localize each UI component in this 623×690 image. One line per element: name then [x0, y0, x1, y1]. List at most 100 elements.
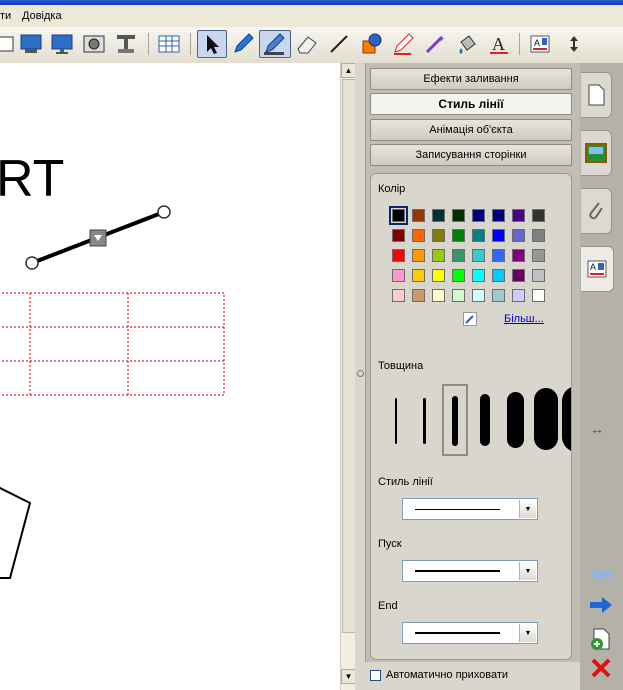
select-arrow-icon[interactable] [197, 30, 227, 58]
document-camera-icon[interactable] [112, 30, 140, 58]
panel-splitter[interactable] [355, 63, 366, 690]
color-swatch[interactable] [412, 209, 425, 222]
add-page-icon[interactable] [590, 627, 612, 654]
color-swatch[interactable] [472, 209, 485, 222]
scroll-thumb[interactable] [342, 79, 356, 633]
thickness-option[interactable] [423, 398, 426, 444]
forward-arrow-icon[interactable] [588, 595, 614, 618]
thickness-option[interactable] [534, 388, 558, 450]
color-swatch[interactable] [392, 249, 405, 262]
color-swatch[interactable] [532, 229, 545, 242]
camera-icon[interactable] [80, 30, 108, 58]
chevron-down-icon[interactable]: ▼ [519, 624, 536, 642]
color-swatch[interactable] [452, 229, 465, 242]
slide-icon[interactable] [0, 30, 18, 58]
color-swatch[interactable] [532, 209, 545, 222]
color-swatch[interactable] [512, 229, 525, 242]
wand-icon[interactable]: ✦ [421, 30, 449, 58]
eyedropper-icon[interactable] [463, 312, 477, 326]
color-swatch[interactable] [472, 269, 485, 282]
tab-fill-effects[interactable]: Ефекти заливання [370, 68, 572, 90]
thickness-option[interactable] [395, 398, 397, 444]
color-swatch[interactable] [532, 289, 545, 302]
magic-pen-icon[interactable] [389, 30, 417, 58]
pen-icon[interactable] [229, 30, 257, 58]
tab-line-style[interactable]: Стиль лінії [370, 93, 572, 115]
color-swatch[interactable] [432, 289, 445, 302]
color-swatch[interactable] [389, 206, 408, 225]
line-end-handle[interactable] [157, 205, 171, 219]
auto-hide-label: Автоматично приховати [386, 669, 509, 681]
back-arrow-icon[interactable] [588, 564, 614, 587]
color-swatch[interactable] [432, 249, 445, 262]
color-swatch[interactable] [512, 249, 525, 262]
color-swatch[interactable] [452, 209, 465, 222]
color-swatch[interactable] [532, 249, 545, 262]
color-swatch[interactable] [512, 269, 525, 282]
color-swatch[interactable] [412, 249, 425, 262]
color-swatch[interactable] [432, 209, 445, 222]
color-swatch[interactable] [532, 269, 545, 282]
text-icon[interactable]: A [485, 30, 513, 58]
tab-object-animation[interactable]: Анімація об'єкта [370, 119, 572, 141]
color-swatch[interactable] [452, 269, 465, 282]
vertical-scrollbar[interactable]: ▲ ▼ [340, 63, 356, 690]
monitor-icon[interactable] [17, 30, 45, 58]
properties-icon[interactable]: A [526, 30, 554, 58]
tab-page-sorter[interactable] [581, 72, 612, 118]
color-swatch[interactable] [492, 209, 505, 222]
tab-properties[interactable]: A [581, 246, 614, 292]
start-cap-dropdown[interactable]: ▼ [402, 560, 538, 582]
menu-item-help[interactable]: Довідка [22, 10, 62, 22]
color-swatch[interactable] [512, 209, 525, 222]
auto-hide-checkbox[interactable] [370, 670, 381, 681]
color-swatch[interactable] [452, 249, 465, 262]
line-icon[interactable] [325, 30, 353, 58]
menu-item-1[interactable]: ти [0, 10, 11, 22]
pentagon-shape[interactable] [0, 483, 32, 579]
color-swatch[interactable] [472, 229, 485, 242]
color-swatch[interactable] [392, 269, 405, 282]
thickness-option[interactable] [562, 386, 571, 452]
color-swatch[interactable] [452, 289, 465, 302]
color-swatch[interactable] [412, 229, 425, 242]
chevron-down-icon[interactable]: ▼ [519, 562, 536, 580]
color-swatch[interactable] [492, 249, 505, 262]
whiteboard-canvas[interactable]: RT [0, 63, 340, 690]
color-swatch[interactable] [412, 269, 425, 282]
scroll-up-button[interactable]: ▲ [341, 63, 356, 78]
color-swatch[interactable] [432, 269, 445, 282]
updown-icon[interactable] [560, 30, 588, 58]
color-swatch[interactable] [492, 289, 505, 302]
line-start-handle[interactable] [25, 256, 39, 270]
tab-page-recording[interactable]: Записування сторінки [370, 144, 572, 166]
color-swatch[interactable] [392, 229, 405, 242]
table-object[interactable] [0, 292, 225, 396]
color-swatch[interactable] [392, 289, 405, 302]
scroll-down-button[interactable]: ▼ [341, 669, 356, 684]
tab-gallery[interactable] [581, 130, 612, 176]
table-icon[interactable] [155, 30, 183, 58]
color-swatch[interactable] [472, 289, 485, 302]
thickness-option[interactable] [507, 392, 524, 448]
chevron-down-icon[interactable]: ▼ [519, 500, 536, 518]
resize-arrows-icon[interactable]: ↔ [590, 421, 604, 437]
color-swatch[interactable] [412, 289, 425, 302]
highlighter-icon[interactable] [259, 30, 291, 58]
line-style-dropdown[interactable]: ▼ [402, 498, 538, 520]
tab-attachments[interactable] [581, 188, 612, 234]
color-swatch[interactable] [432, 229, 445, 242]
color-swatch[interactable] [512, 289, 525, 302]
color-swatch[interactable] [492, 229, 505, 242]
thickness-option[interactable] [480, 394, 490, 446]
eraser-icon[interactable] [293, 30, 321, 58]
delete-icon[interactable] [590, 657, 612, 682]
shapes-icon[interactable] [357, 30, 385, 58]
more-colors-link[interactable]: Більш... [504, 313, 544, 325]
fill-icon[interactable] [453, 30, 481, 58]
thickness-option-selected[interactable] [452, 396, 458, 446]
color-swatch[interactable] [492, 269, 505, 282]
end-cap-dropdown[interactable]: ▼ [402, 622, 538, 644]
screen-show-icon[interactable] [48, 30, 76, 58]
color-swatch[interactable] [472, 249, 485, 262]
